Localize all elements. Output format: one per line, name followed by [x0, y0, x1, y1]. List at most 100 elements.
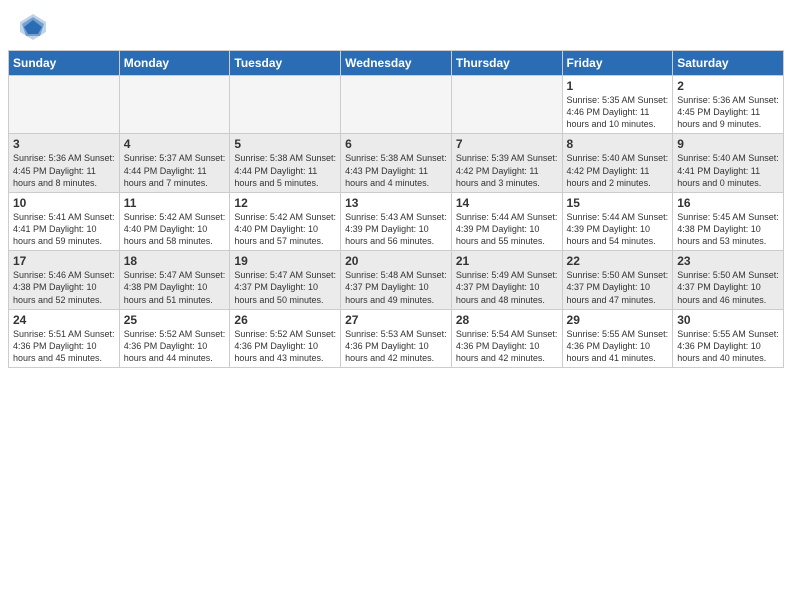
logo-icon [18, 12, 48, 42]
calendar-cell: 1Sunrise: 5:35 AM Sunset: 4:46 PM Daylig… [562, 76, 673, 134]
calendar-cell: 25Sunrise: 5:52 AM Sunset: 4:36 PM Dayli… [119, 309, 230, 367]
day-info: Sunrise: 5:53 AM Sunset: 4:36 PM Dayligh… [345, 328, 447, 364]
calendar-cell: 23Sunrise: 5:50 AM Sunset: 4:37 PM Dayli… [673, 251, 784, 309]
day-info: Sunrise: 5:42 AM Sunset: 4:40 PM Dayligh… [234, 211, 336, 247]
calendar-cell: 3Sunrise: 5:36 AM Sunset: 4:45 PM Daylig… [9, 134, 120, 192]
calendar-cell [230, 76, 341, 134]
calendar-table: SundayMondayTuesdayWednesdayThursdayFrid… [8, 50, 784, 368]
calendar-cell: 9Sunrise: 5:40 AM Sunset: 4:41 PM Daylig… [673, 134, 784, 192]
col-header-thursday: Thursday [451, 51, 562, 76]
calendar-cell: 30Sunrise: 5:55 AM Sunset: 4:36 PM Dayli… [673, 309, 784, 367]
col-header-sunday: Sunday [9, 51, 120, 76]
col-header-monday: Monday [119, 51, 230, 76]
col-header-wednesday: Wednesday [341, 51, 452, 76]
calendar-cell: 4Sunrise: 5:37 AM Sunset: 4:44 PM Daylig… [119, 134, 230, 192]
day-number: 4 [124, 137, 226, 151]
day-info: Sunrise: 5:55 AM Sunset: 4:36 PM Dayligh… [567, 328, 669, 364]
day-info: Sunrise: 5:42 AM Sunset: 4:40 PM Dayligh… [124, 211, 226, 247]
calendar-cell [341, 76, 452, 134]
calendar-cell: 13Sunrise: 5:43 AM Sunset: 4:39 PM Dayli… [341, 192, 452, 250]
day-number: 14 [456, 196, 558, 210]
day-number: 2 [677, 79, 779, 93]
col-header-saturday: Saturday [673, 51, 784, 76]
day-info: Sunrise: 5:51 AM Sunset: 4:36 PM Dayligh… [13, 328, 115, 364]
day-number: 6 [345, 137, 447, 151]
day-info: Sunrise: 5:37 AM Sunset: 4:44 PM Dayligh… [124, 152, 226, 188]
day-info: Sunrise: 5:48 AM Sunset: 4:37 PM Dayligh… [345, 269, 447, 305]
calendar-cell: 29Sunrise: 5:55 AM Sunset: 4:36 PM Dayli… [562, 309, 673, 367]
day-info: Sunrise: 5:39 AM Sunset: 4:42 PM Dayligh… [456, 152, 558, 188]
calendar-cell: 28Sunrise: 5:54 AM Sunset: 4:36 PM Dayli… [451, 309, 562, 367]
calendar-cell: 24Sunrise: 5:51 AM Sunset: 4:36 PM Dayli… [9, 309, 120, 367]
day-info: Sunrise: 5:38 AM Sunset: 4:43 PM Dayligh… [345, 152, 447, 188]
calendar-cell: 10Sunrise: 5:41 AM Sunset: 4:41 PM Dayli… [9, 192, 120, 250]
day-number: 28 [456, 313, 558, 327]
day-info: Sunrise: 5:41 AM Sunset: 4:41 PM Dayligh… [13, 211, 115, 247]
day-info: Sunrise: 5:43 AM Sunset: 4:39 PM Dayligh… [345, 211, 447, 247]
day-info: Sunrise: 5:36 AM Sunset: 4:45 PM Dayligh… [677, 94, 779, 130]
calendar-cell: 14Sunrise: 5:44 AM Sunset: 4:39 PM Dayli… [451, 192, 562, 250]
day-number: 5 [234, 137, 336, 151]
day-info: Sunrise: 5:47 AM Sunset: 4:37 PM Dayligh… [234, 269, 336, 305]
day-number: 17 [13, 254, 115, 268]
day-number: 26 [234, 313, 336, 327]
day-number: 9 [677, 137, 779, 151]
day-info: Sunrise: 5:54 AM Sunset: 4:36 PM Dayligh… [456, 328, 558, 364]
day-number: 8 [567, 137, 669, 151]
day-number: 30 [677, 313, 779, 327]
day-number: 18 [124, 254, 226, 268]
calendar-cell: 15Sunrise: 5:44 AM Sunset: 4:39 PM Dayli… [562, 192, 673, 250]
day-info: Sunrise: 5:55 AM Sunset: 4:36 PM Dayligh… [677, 328, 779, 364]
day-info: Sunrise: 5:50 AM Sunset: 4:37 PM Dayligh… [567, 269, 669, 305]
calendar-cell [451, 76, 562, 134]
calendar-cell [119, 76, 230, 134]
day-number: 20 [345, 254, 447, 268]
calendar-cell: 6Sunrise: 5:38 AM Sunset: 4:43 PM Daylig… [341, 134, 452, 192]
page-header [0, 0, 792, 50]
calendar-cell: 12Sunrise: 5:42 AM Sunset: 4:40 PM Dayli… [230, 192, 341, 250]
logo [16, 12, 48, 42]
day-number: 16 [677, 196, 779, 210]
day-number: 15 [567, 196, 669, 210]
calendar-cell: 22Sunrise: 5:50 AM Sunset: 4:37 PM Dayli… [562, 251, 673, 309]
calendar-cell: 21Sunrise: 5:49 AM Sunset: 4:37 PM Dayli… [451, 251, 562, 309]
calendar-cell: 18Sunrise: 5:47 AM Sunset: 4:38 PM Dayli… [119, 251, 230, 309]
day-info: Sunrise: 5:40 AM Sunset: 4:42 PM Dayligh… [567, 152, 669, 188]
day-number: 7 [456, 137, 558, 151]
day-number: 1 [567, 79, 669, 93]
calendar-cell: 7Sunrise: 5:39 AM Sunset: 4:42 PM Daylig… [451, 134, 562, 192]
day-number: 24 [13, 313, 115, 327]
day-number: 10 [13, 196, 115, 210]
day-number: 19 [234, 254, 336, 268]
day-info: Sunrise: 5:52 AM Sunset: 4:36 PM Dayligh… [124, 328, 226, 364]
day-info: Sunrise: 5:47 AM Sunset: 4:38 PM Dayligh… [124, 269, 226, 305]
calendar-cell [9, 76, 120, 134]
calendar-cell: 19Sunrise: 5:47 AM Sunset: 4:37 PM Dayli… [230, 251, 341, 309]
calendar-cell: 17Sunrise: 5:46 AM Sunset: 4:38 PM Dayli… [9, 251, 120, 309]
day-number: 3 [13, 137, 115, 151]
day-info: Sunrise: 5:44 AM Sunset: 4:39 PM Dayligh… [456, 211, 558, 247]
day-info: Sunrise: 5:46 AM Sunset: 4:38 PM Dayligh… [13, 269, 115, 305]
calendar-cell: 20Sunrise: 5:48 AM Sunset: 4:37 PM Dayli… [341, 251, 452, 309]
day-number: 25 [124, 313, 226, 327]
day-info: Sunrise: 5:49 AM Sunset: 4:37 PM Dayligh… [456, 269, 558, 305]
calendar-cell: 11Sunrise: 5:42 AM Sunset: 4:40 PM Dayli… [119, 192, 230, 250]
calendar-cell: 27Sunrise: 5:53 AM Sunset: 4:36 PM Dayli… [341, 309, 452, 367]
day-number: 13 [345, 196, 447, 210]
calendar-cell: 8Sunrise: 5:40 AM Sunset: 4:42 PM Daylig… [562, 134, 673, 192]
col-header-tuesday: Tuesday [230, 51, 341, 76]
day-info: Sunrise: 5:38 AM Sunset: 4:44 PM Dayligh… [234, 152, 336, 188]
calendar-cell: 26Sunrise: 5:52 AM Sunset: 4:36 PM Dayli… [230, 309, 341, 367]
day-info: Sunrise: 5:50 AM Sunset: 4:37 PM Dayligh… [677, 269, 779, 305]
day-info: Sunrise: 5:36 AM Sunset: 4:45 PM Dayligh… [13, 152, 115, 188]
col-header-friday: Friday [562, 51, 673, 76]
day-number: 12 [234, 196, 336, 210]
day-number: 23 [677, 254, 779, 268]
day-number: 29 [567, 313, 669, 327]
day-info: Sunrise: 5:44 AM Sunset: 4:39 PM Dayligh… [567, 211, 669, 247]
day-number: 11 [124, 196, 226, 210]
calendar-cell: 16Sunrise: 5:45 AM Sunset: 4:38 PM Dayli… [673, 192, 784, 250]
calendar-wrapper: SundayMondayTuesdayWednesdayThursdayFrid… [0, 50, 792, 376]
day-info: Sunrise: 5:45 AM Sunset: 4:38 PM Dayligh… [677, 211, 779, 247]
day-number: 22 [567, 254, 669, 268]
